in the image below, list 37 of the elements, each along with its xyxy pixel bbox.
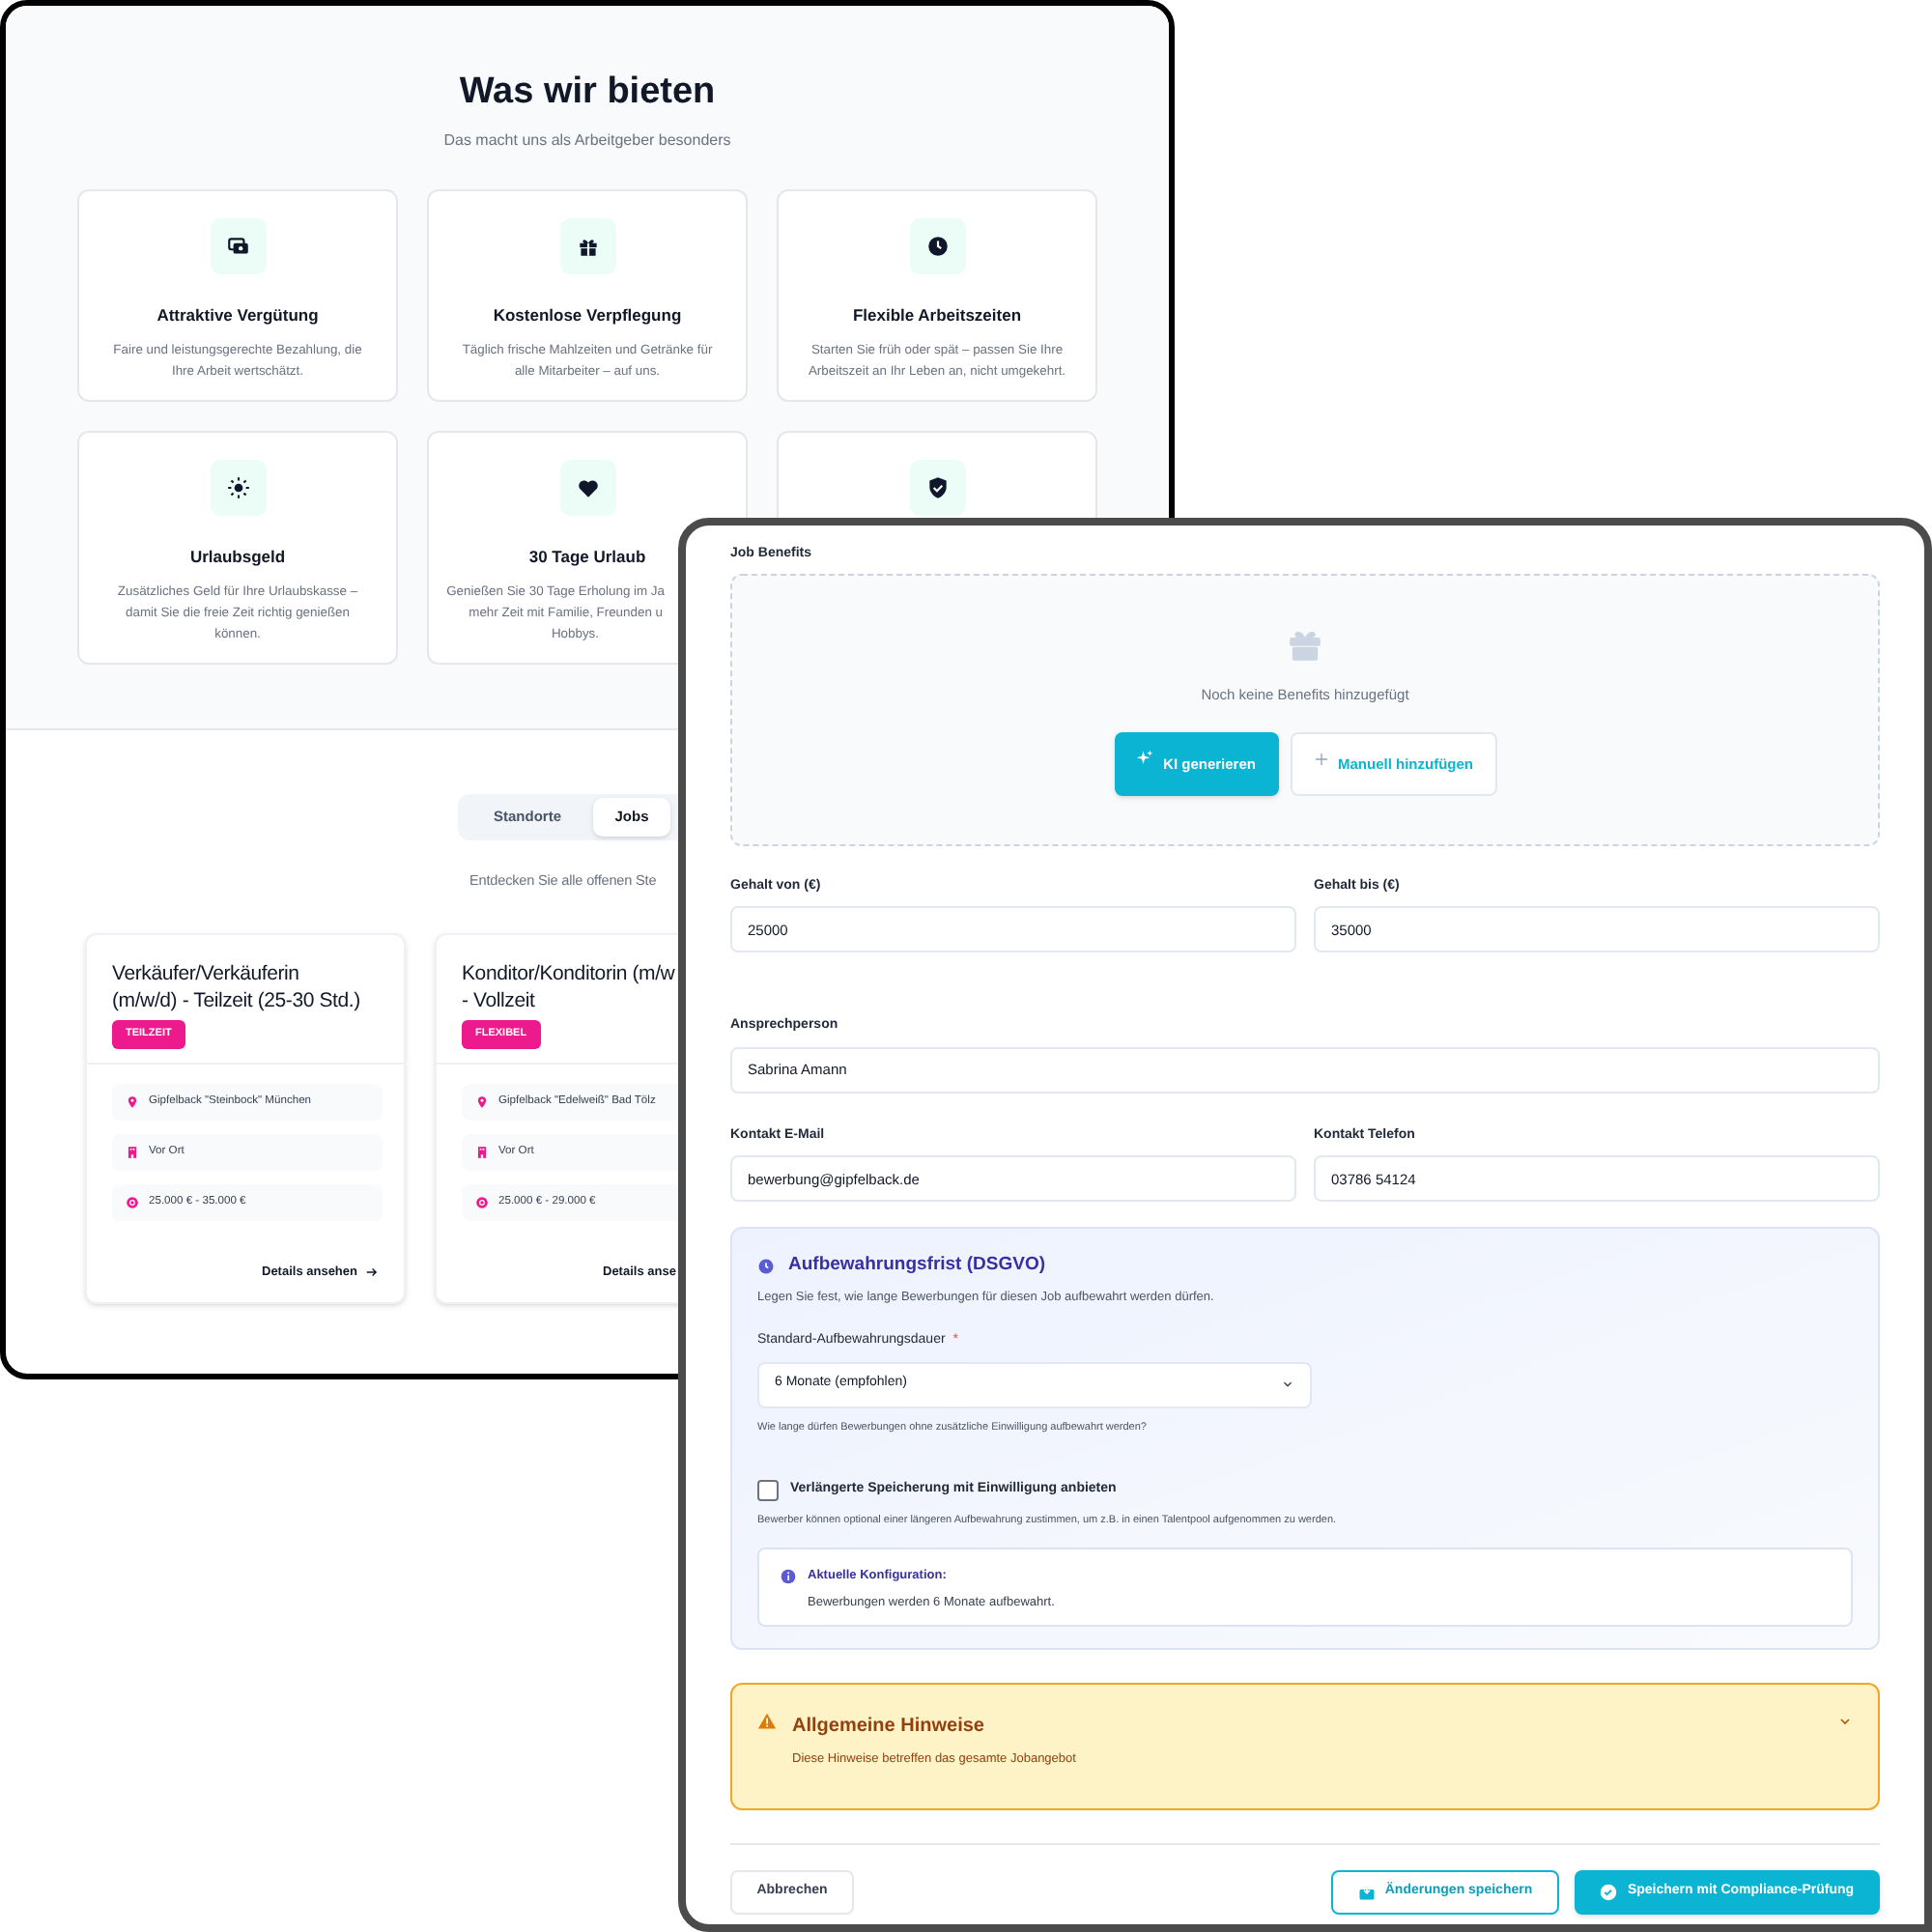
- pin-icon: [475, 1095, 489, 1109]
- expand-toggle[interactable]: [1837, 1714, 1853, 1729]
- pin-icon: [126, 1095, 139, 1109]
- plus-icon: [1313, 751, 1328, 767]
- check-circle-icon: [1600, 1884, 1618, 1901]
- job-title: (m/w/d) - Teilzeit (25-30 Std.): [112, 988, 360, 1014]
- arrow-right-icon: [365, 1265, 379, 1280]
- heart-icon: [575, 475, 600, 500]
- clock-icon: [757, 1257, 775, 1275]
- coin-icon: [126, 1196, 139, 1209]
- benefit-title: 30 Tage Urlaub: [528, 545, 646, 570]
- money-icon: [225, 234, 250, 259]
- job-title: Konditor/Konditorin (m/w: [462, 962, 675, 988]
- warning-icon: [757, 1712, 777, 1731]
- shield-check-icon: [924, 475, 950, 500]
- benefit-title: Flexible Arbeitszeiten: [852, 303, 1022, 328]
- sun-icon: [225, 475, 250, 500]
- coin-icon: [475, 1196, 489, 1209]
- panel-title: Aufbewahrungsfrist (DSGVO): [788, 1252, 1046, 1279]
- benefit-title: Urlaubsgeld: [189, 545, 286, 570]
- info-icon: [781, 1569, 796, 1584]
- gift-icon: [575, 234, 600, 259]
- clock-icon: [924, 234, 950, 259]
- job-title: Verkäufer/Verkäuferin: [112, 962, 299, 988]
- chevron-down-icon: [1281, 1378, 1294, 1391]
- sparkle-icon: [1136, 750, 1154, 768]
- chevron-down-icon: [1837, 1714, 1853, 1729]
- section-title: Was wir bieten: [459, 71, 716, 114]
- download-icon: [1357, 1884, 1376, 1901]
- building-icon: [126, 1146, 139, 1159]
- checkbox[interactable]: [757, 1479, 779, 1501]
- notice-title: Allgemeine Hinweise: [792, 1714, 984, 1741]
- building-icon: [475, 1146, 489, 1159]
- section-subtitle: Das macht uns als Arbeitgeber besonders: [443, 129, 731, 153]
- benefit-title: Attraktive Vergütung: [156, 303, 319, 328]
- benefit-title: Kostenlose Verpflegung: [493, 303, 682, 328]
- job-title: - Vollzeit: [462, 988, 535, 1014]
